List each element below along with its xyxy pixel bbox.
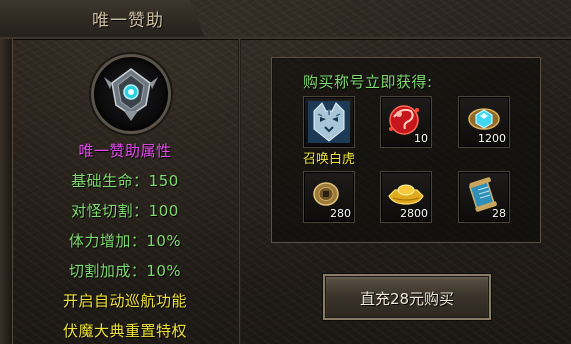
reward-slot-gold-ingot[interactable]: 2800 xyxy=(380,171,432,223)
silver-crest-icon xyxy=(91,54,171,134)
reward-slot-tiger[interactable]: 召唤白虎 xyxy=(303,96,355,167)
attribute-stamina: 体力增加：10% xyxy=(68,232,182,250)
panel-divider xyxy=(238,39,241,344)
attribute-cut-bonus: 切割加成：10% xyxy=(68,262,182,280)
reward-slot-red-orb[interactable]: 10 xyxy=(380,96,432,148)
reward-name-tiger: 召唤白虎 xyxy=(302,152,355,167)
tiger-summon-icon xyxy=(308,101,350,143)
reward-count-gold-coin: 280 xyxy=(330,207,351,220)
feature-auto-cruise: 开启自动巡航功能 xyxy=(62,292,187,310)
reward-count-scroll: 28 xyxy=(492,207,506,220)
feature-reset-privilege: 伏魔大典重置特权 xyxy=(62,322,187,340)
reward-box: 购买称号立即获得: 召唤白虎 10 1200 280 2800 28 xyxy=(271,57,541,243)
attribute-base-hp: 基础生命：150 xyxy=(71,172,179,190)
attribute-monster-cut: 对怪切割：100 xyxy=(71,202,179,220)
sponsor-window: 唯一赞助 唯一赞助属性 基础生命：150 对怪切割：100 体力增加：10% 切… xyxy=(0,0,571,344)
window-title: 唯一赞助 xyxy=(92,11,164,31)
reward-count-red-orb: 10 xyxy=(414,132,428,145)
buy-button[interactable]: 直充28元购买 xyxy=(323,274,491,320)
reward-slot-blue-gem[interactable]: 1200 xyxy=(458,96,510,148)
reward-count-gold-ingot: 2800 xyxy=(400,207,428,220)
attribute-title: 唯一赞助属性 xyxy=(78,142,172,160)
reward-slot-scroll[interactable]: 28 xyxy=(458,171,510,223)
reward-slot-gold-coin[interactable]: 280 xyxy=(303,171,355,223)
reward-count-blue-gem: 1200 xyxy=(478,132,506,145)
attribute-panel: 唯一赞助属性 基础生命：150 对怪切割：100 体力增加：10% 切割加成：1… xyxy=(12,39,238,344)
reward-header: 购买称号立即获得: xyxy=(303,73,433,91)
